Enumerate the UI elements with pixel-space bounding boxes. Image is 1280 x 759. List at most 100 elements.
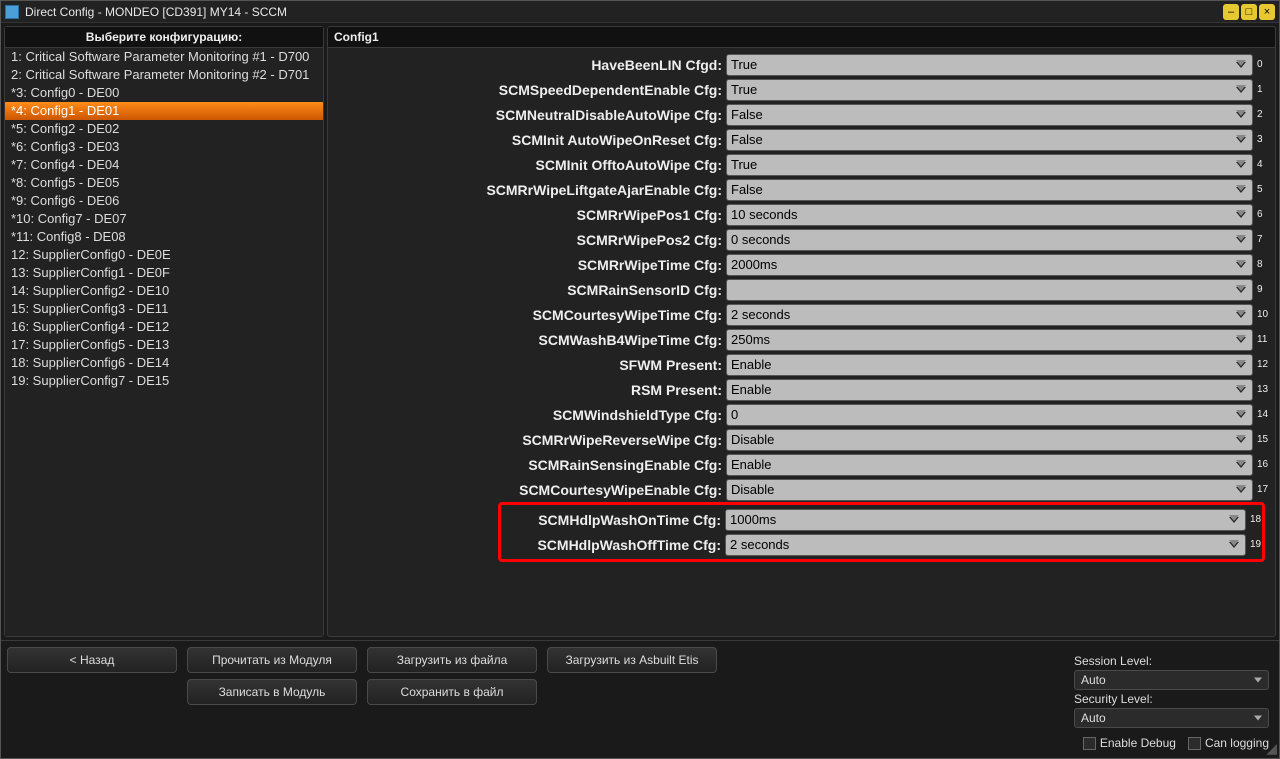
- config-label: SCMWashB4WipeTime Cfg:: [328, 332, 726, 348]
- config-value-combo[interactable]: False: [726, 104, 1253, 126]
- sidebar-item[interactable]: *4: Config1 - DE01: [5, 102, 323, 120]
- config-label: SCMInit OfftoAutoWipe Cfg:: [328, 157, 726, 173]
- sidebar-item[interactable]: *9: Config6 - DE06: [5, 192, 323, 210]
- config-index: 16: [1255, 459, 1269, 470]
- debug-options: Enable Debug Can logging: [1083, 736, 1269, 750]
- dropdown-icon: [1236, 487, 1246, 493]
- config-index: 9: [1255, 284, 1269, 295]
- sidebar-item[interactable]: 12: SupplierConfig0 - DE0E: [5, 246, 323, 264]
- config-row: HaveBeenLIN Cfgd:True0: [328, 52, 1269, 77]
- config-label: SCMRainSensorID Cfg:: [328, 282, 726, 298]
- config-index: 5: [1255, 184, 1269, 195]
- security-level-select[interactable]: Auto: [1074, 708, 1269, 728]
- config-label: SCMNeutralDisableAutoWipe Cfg:: [328, 107, 726, 123]
- config-index: 12: [1255, 359, 1269, 370]
- load-file-button[interactable]: Загрузить из файла: [367, 647, 537, 673]
- dropdown-icon: [1236, 212, 1246, 218]
- security-level-label: Security Level:: [1074, 692, 1269, 706]
- config-index: 11: [1255, 334, 1269, 345]
- dropdown-icon: [1236, 362, 1246, 368]
- config-row: SCMCourtesyWipeEnable Cfg:Disable17: [328, 477, 1269, 502]
- config-row: SCMSpeedDependentEnable Cfg:True1: [328, 77, 1269, 102]
- config-row: SCMRainSensorID Cfg: 9: [328, 277, 1269, 302]
- config-label: SCMRrWipeTime Cfg:: [328, 257, 726, 273]
- sidebar-item[interactable]: *6: Config3 - DE03: [5, 138, 323, 156]
- sidebar-item[interactable]: 15: SupplierConfig3 - DE11: [5, 300, 323, 318]
- config-row: SCMRainSensingEnable Cfg:Enable16: [328, 452, 1269, 477]
- can-logging-checkbox[interactable]: [1188, 737, 1201, 750]
- enable-debug-checkbox[interactable]: [1083, 737, 1096, 750]
- sidebar-item[interactable]: 14: SupplierConfig2 - DE10: [5, 282, 323, 300]
- config-value-combo[interactable]: True: [726, 154, 1253, 176]
- config-value-combo[interactable]: 10 seconds: [726, 204, 1253, 226]
- config-value-combo[interactable]: Disable: [726, 479, 1253, 501]
- config-value-combo[interactable]: False: [726, 129, 1253, 151]
- config-label: SCMWindshieldType Cfg:: [328, 407, 726, 423]
- back-button[interactable]: < Назад: [7, 647, 177, 673]
- config-row: SCMWindshieldType Cfg:014: [328, 402, 1269, 427]
- dropdown-icon: [1229, 517, 1239, 523]
- window-minimize-button[interactable]: –: [1223, 4, 1239, 20]
- sidebar-item[interactable]: *7: Config4 - DE04: [5, 156, 323, 174]
- sidebar-item[interactable]: 13: SupplierConfig1 - DE0F: [5, 264, 323, 282]
- config-grid: HaveBeenLIN Cfgd:True0SCMSpeedDependentE…: [328, 48, 1275, 636]
- load-asbuilt-button[interactable]: Загрузить из Asbuilt Etis: [547, 647, 717, 673]
- session-level-select[interactable]: Auto: [1074, 670, 1269, 690]
- config-value-combo[interactable]: 2 seconds: [725, 534, 1246, 556]
- sidebar-list: 1: Critical Software Parameter Monitorin…: [5, 48, 323, 636]
- config-value-combo[interactable]: 2 seconds: [726, 304, 1253, 326]
- config-label: SCMHdlpWashOffTime Cfg:: [501, 537, 725, 553]
- read-module-button[interactable]: Прочитать из Модуля: [187, 647, 357, 673]
- dropdown-icon: [1236, 412, 1246, 418]
- config-value-combo[interactable]: Enable: [726, 354, 1253, 376]
- sidebar-item[interactable]: 16: SupplierConfig4 - DE12: [5, 318, 323, 336]
- config-value-combo[interactable]: False: [726, 179, 1253, 201]
- config-row: SCMCourtesyWipeTime Cfg:2 seconds10: [328, 302, 1269, 327]
- sidebar-item[interactable]: *8: Config5 - DE05: [5, 174, 323, 192]
- resize-grip-icon[interactable]: ◢: [1265, 744, 1277, 756]
- sidebar-item[interactable]: 1: Critical Software Parameter Monitorin…: [5, 48, 323, 66]
- window-close-button[interactable]: ×: [1259, 4, 1275, 20]
- config-index: 15: [1255, 434, 1269, 445]
- config-index: 1: [1255, 84, 1269, 95]
- config-index: 2: [1255, 109, 1269, 120]
- sidebar-item[interactable]: *11: Config8 - DE08: [5, 228, 323, 246]
- config-value-combo[interactable]: 1000ms: [725, 509, 1246, 531]
- dropdown-icon: [1236, 387, 1246, 393]
- write-module-button[interactable]: Записать в Модуль: [187, 679, 357, 705]
- app-icon: [5, 5, 19, 19]
- config-value-combo[interactable]: True: [726, 54, 1253, 76]
- can-logging-option[interactable]: Can logging: [1188, 736, 1269, 750]
- save-file-button[interactable]: Сохранить в файл: [367, 679, 537, 705]
- sidebar-item[interactable]: 18: SupplierConfig6 - DE14: [5, 354, 323, 372]
- dropdown-icon: [1236, 262, 1246, 268]
- sidebar-item[interactable]: 19: SupplierConfig7 - DE15: [5, 372, 323, 390]
- config-value-combo[interactable]: True: [726, 79, 1253, 101]
- config-value-combo[interactable]: Enable: [726, 454, 1253, 476]
- dropdown-icon: [1236, 87, 1246, 93]
- config-index: 10: [1255, 309, 1269, 320]
- sidebar-item[interactable]: *3: Config0 - DE00: [5, 84, 323, 102]
- enable-debug-option[interactable]: Enable Debug: [1083, 736, 1176, 750]
- config-value-combo[interactable]: 0: [726, 404, 1253, 426]
- config-label: HaveBeenLIN Cfgd:: [328, 57, 726, 73]
- config-index: 3: [1255, 134, 1269, 145]
- config-value-combo[interactable]: Disable: [726, 429, 1253, 451]
- config-label: SCMRrWipeLiftgateAjarEnable Cfg:: [328, 182, 726, 198]
- config-value-combo[interactable]: 250ms: [726, 329, 1253, 351]
- config-value-combo[interactable]: Enable: [726, 379, 1253, 401]
- titlebar: Direct Config - MONDEO [CD391] MY14 - SC…: [1, 1, 1279, 23]
- sidebar-item[interactable]: 2: Critical Software Parameter Monitorin…: [5, 66, 323, 84]
- config-value-combo[interactable]: 2000ms: [726, 254, 1253, 276]
- sidebar-item[interactable]: *10: Config7 - DE07: [5, 210, 323, 228]
- config-value-combo[interactable]: 0 seconds: [726, 229, 1253, 251]
- dropdown-icon: [1236, 112, 1246, 118]
- config-label: SCMRainSensingEnable Cfg:: [328, 457, 726, 473]
- window-maximize-button[interactable]: □: [1241, 4, 1257, 20]
- config-row: SCMInit OfftoAutoWipe Cfg:True4: [328, 152, 1269, 177]
- config-index: 0: [1255, 59, 1269, 70]
- config-label: SCMRrWipePos1 Cfg:: [328, 207, 726, 223]
- sidebar-item[interactable]: 17: SupplierConfig5 - DE13: [5, 336, 323, 354]
- config-value-combo[interactable]: [726, 279, 1253, 301]
- sidebar-item[interactable]: *5: Config2 - DE02: [5, 120, 323, 138]
